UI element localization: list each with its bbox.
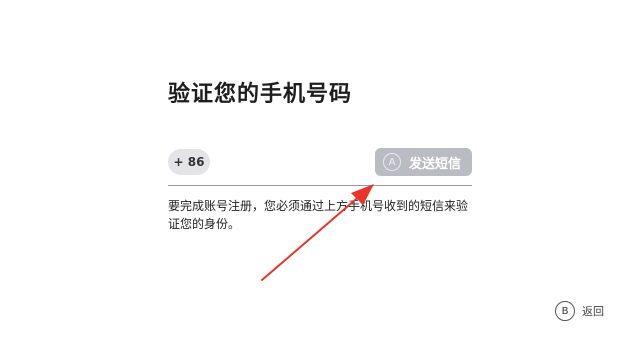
- send-sms-label: 发送短信: [409, 156, 462, 172]
- page-title: 验证您的手机号码: [168, 82, 353, 107]
- b-button-icon: B: [555, 301, 575, 321]
- country-code-selector[interactable]: + 86: [168, 149, 210, 175]
- annotation-arrow-icon: [261, 184, 374, 281]
- phone-input-underline[interactable]: [168, 185, 472, 186]
- send-sms-button[interactable]: A 发送短信: [375, 148, 472, 176]
- back-label: 返回: [582, 305, 604, 318]
- verification-description: 要完成账号注册，您必须通过上方手机号收到的短信来验证您的身份。: [168, 199, 469, 231]
- back-button[interactable]: B 返回: [555, 301, 604, 321]
- verify-phone-screen: 验证您的手机号码 + 86 A 发送短信 要完成账号注册，您必须通过上方手机号收…: [0, 0, 640, 360]
- a-button-icon: A: [383, 153, 401, 171]
